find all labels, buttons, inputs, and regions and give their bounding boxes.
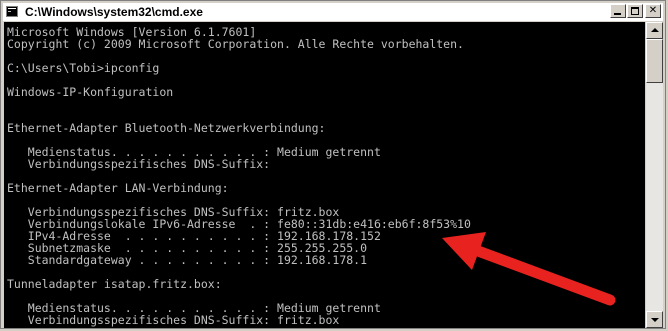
console-text: Microsoft Windows [Version 6.1.7601] Copy… [7, 26, 471, 326]
scroll-up-button[interactable] [646, 22, 663, 39]
minimize-icon [614, 13, 621, 15]
console-line: Copyright (c) 2009 Microsoft Corporation… [7, 37, 464, 51]
console-line: Windows-IP-Konfiguration [7, 85, 174, 99]
close-button[interactable]: ✕ [645, 4, 661, 18]
cmd-window: C:\Windows\system32\cmd.exe ✕ Microsoft … [0, 0, 666, 329]
minimize-button[interactable] [610, 4, 626, 18]
maximize-icon [631, 7, 639, 15]
vertical-scrollbar[interactable] [646, 22, 663, 328]
scroll-up-icon [651, 28, 659, 32]
window-title: C:\Windows\system32\cmd.exe [25, 5, 203, 19]
cmd-icon [6, 6, 18, 17]
console-line: Ethernet-Adapter Bluetooth-Netzwerkverbi… [7, 121, 326, 135]
console-line: Standardgateway . . . . . . . . . : 192.… [7, 253, 368, 267]
console-line: C:\Users\Tobi>ipconfig [7, 61, 160, 75]
scroll-thumb[interactable] [646, 39, 663, 83]
console-line: Tunneladapter isatap.fritz.box: [7, 277, 222, 291]
scroll-down-button[interactable] [646, 311, 663, 328]
maximize-button[interactable] [627, 4, 643, 18]
console-line: Verbindungsspezifisches DNS-Suffix: frit… [7, 313, 340, 327]
console-line: Ethernet-Adapter LAN-Verbindung: [7, 181, 229, 195]
title-bar[interactable]: C:\Windows\system32\cmd.exe ✕ [3, 3, 663, 21]
console-line: Verbindungsspezifisches DNS-Suffix: [7, 157, 271, 171]
scroll-down-icon [651, 318, 659, 322]
close-icon: ✕ [648, 5, 658, 16]
console-output[interactable]: Microsoft Windows [Version 6.1.7601] Copy… [4, 22, 645, 328]
